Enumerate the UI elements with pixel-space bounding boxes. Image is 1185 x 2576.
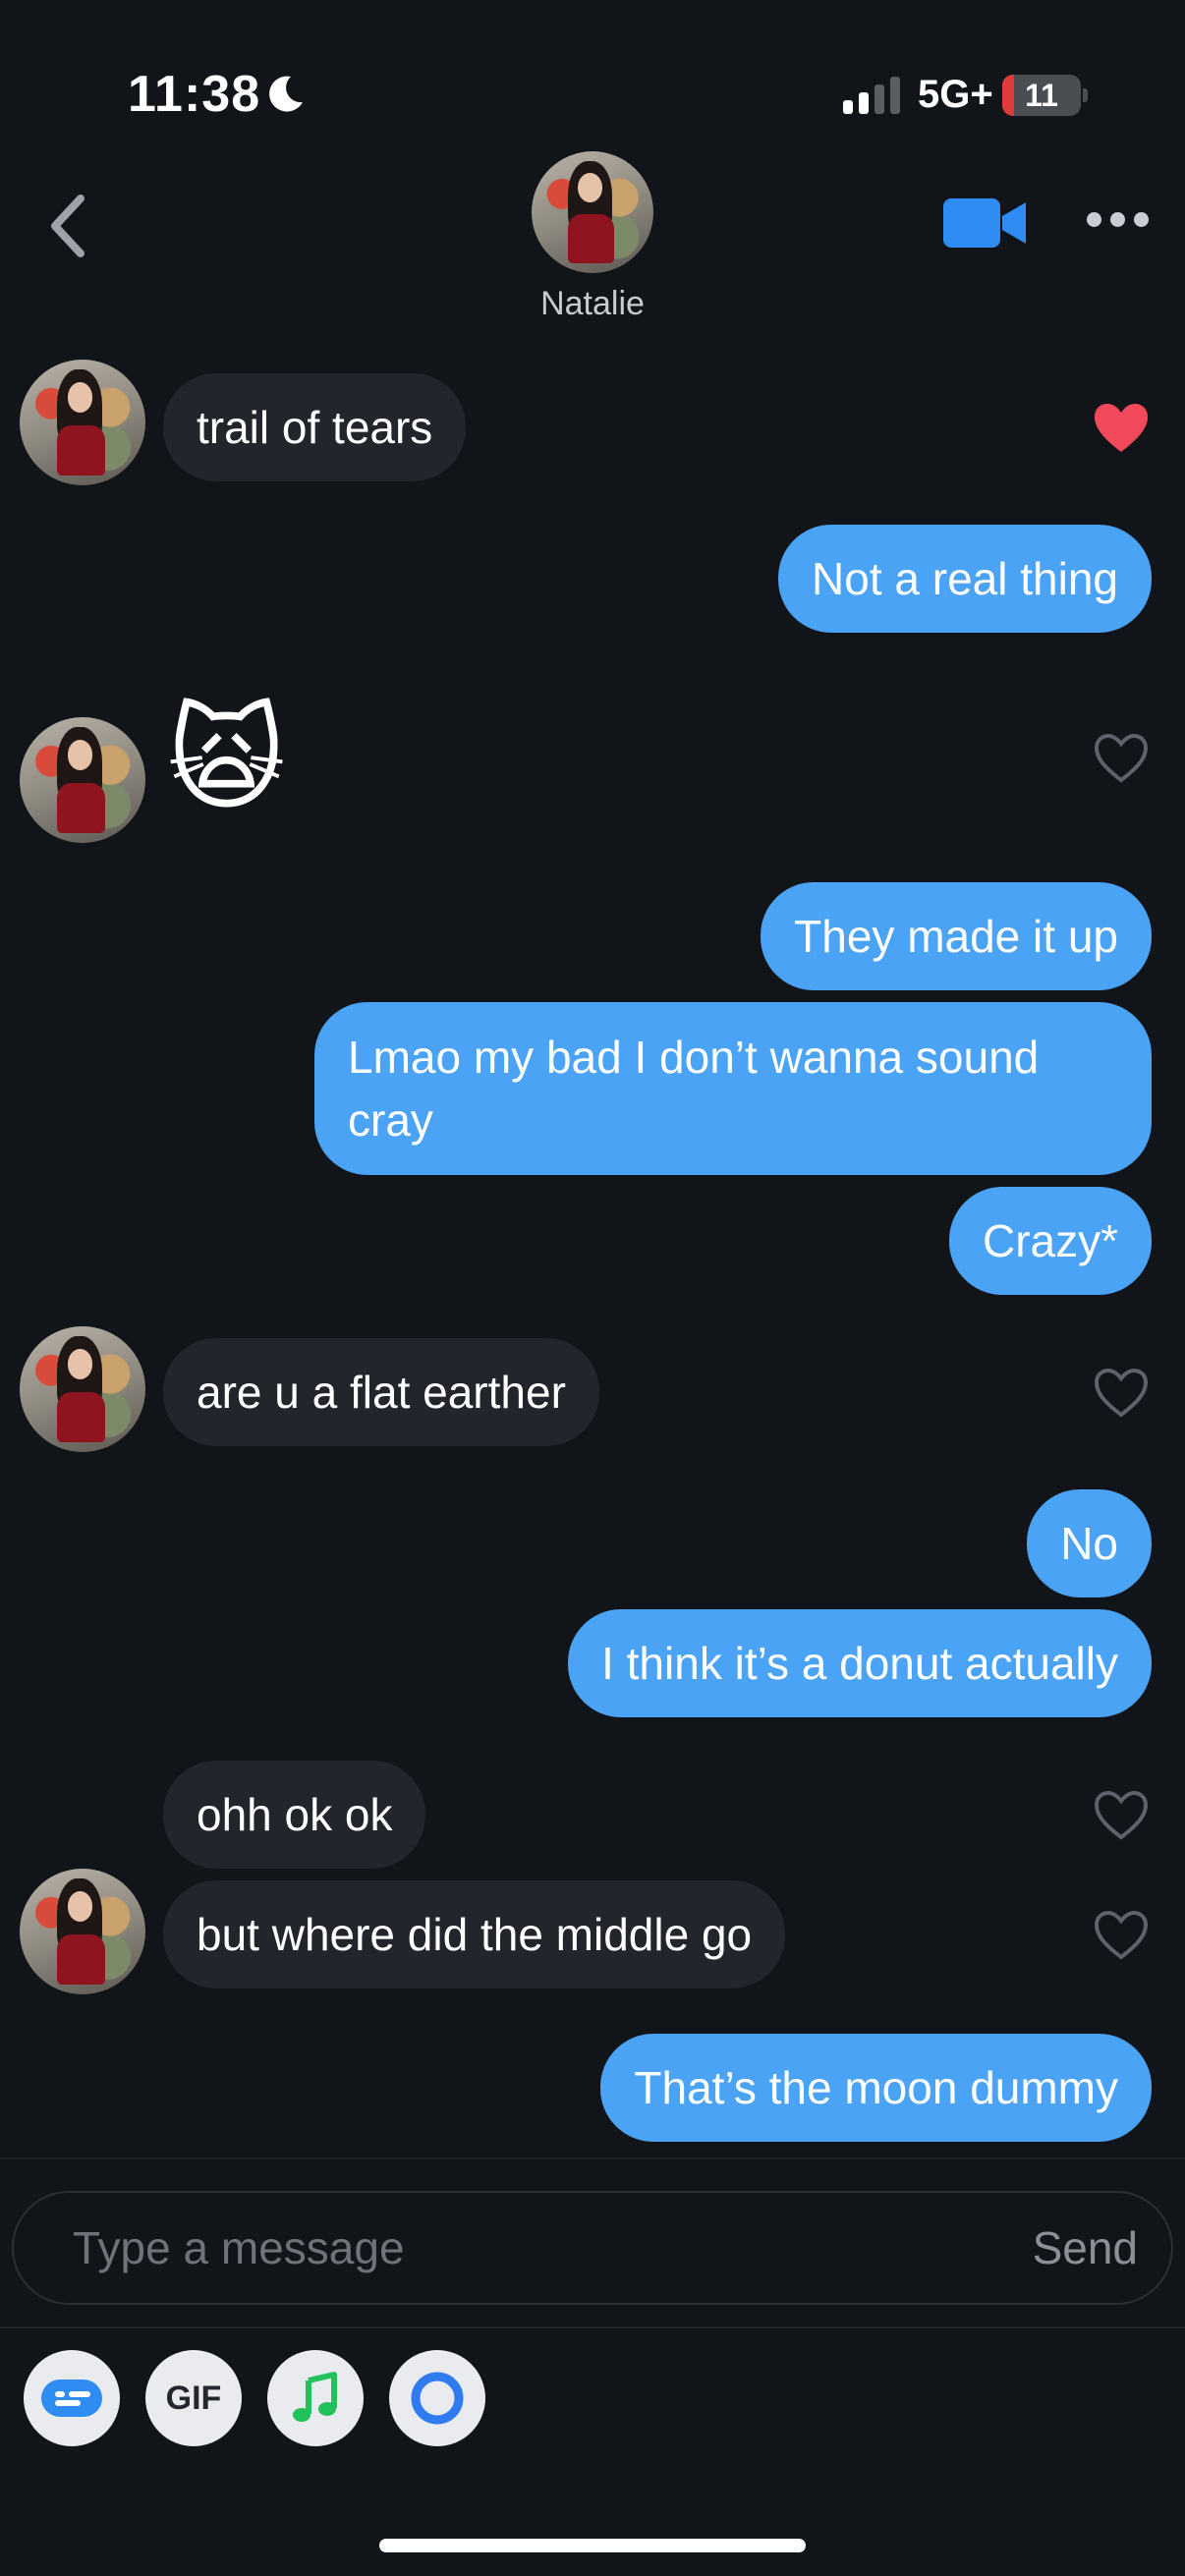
outgoing-message[interactable]: They made it up [761, 882, 1152, 990]
signal-icon [843, 77, 900, 114]
incoming-emoji-message[interactable]: 🙀 [167, 696, 286, 823]
contact-avatar[interactable] [532, 151, 653, 273]
outgoing-message[interactable]: I think it’s a donut actually [568, 1609, 1152, 1717]
message-input[interactable] [73, 2193, 957, 2303]
message-composer: Send [12, 2191, 1173, 2305]
battery-level: 11 [1025, 78, 1058, 113]
music-note-icon [293, 2372, 337, 2422]
incoming-message[interactable]: trail of tears [163, 373, 467, 481]
sender-avatar[interactable] [20, 1326, 145, 1452]
outgoing-message[interactable]: Crazy* [948, 1187, 1152, 1295]
battery-icon: 11 [1002, 75, 1081, 116]
heart-icon[interactable] [1093, 1910, 1150, 1961]
moon-icon [269, 76, 303, 112]
chat-header: Natalie [0, 147, 1185, 344]
incoming-message[interactable]: but where did the middle go [163, 1880, 786, 1988]
heart-icon[interactable] [1093, 1368, 1150, 1419]
back-icon[interactable] [39, 187, 98, 265]
sticker-button[interactable] [24, 2350, 120, 2446]
video-call-icon[interactable] [943, 196, 1028, 250]
send-button[interactable]: Send [1033, 2193, 1138, 2303]
divider [0, 2326, 1185, 2328]
chat-card-icon [41, 2380, 102, 2417]
sender-avatar[interactable] [20, 1869, 145, 1994]
status-time: 11:38 [128, 66, 261, 123]
status-bar: 11:38 5G+ 11 [0, 0, 1185, 147]
ring-icon [411, 2372, 464, 2425]
incoming-message[interactable]: are u a flat earther [163, 1338, 599, 1446]
network-type: 5G+ [918, 73, 993, 116]
outgoing-message[interactable]: No [1027, 1489, 1152, 1597]
outgoing-message[interactable]: Not a real thing [778, 525, 1152, 633]
home-indicator [379, 2539, 806, 2552]
circle-button[interactable] [389, 2350, 485, 2446]
attachment-toolbar: GIF [24, 2350, 485, 2446]
more-options-icon[interactable] [1087, 212, 1149, 227]
heart-icon[interactable] [1093, 733, 1150, 784]
heart-liked-icon[interactable] [1093, 403, 1150, 454]
sender-avatar[interactable] [20, 360, 145, 485]
outgoing-message[interactable]: That’s the moon dummy [600, 2034, 1152, 2142]
music-button[interactable] [267, 2350, 364, 2446]
divider [0, 2157, 1185, 2159]
gif-button[interactable]: GIF [145, 2350, 242, 2446]
gif-label: GIF [165, 2379, 222, 2417]
heart-icon[interactable] [1093, 1790, 1150, 1841]
contact-name[interactable]: Natalie [0, 285, 1185, 323]
sender-avatar[interactable] [20, 717, 145, 843]
incoming-message[interactable]: ohh ok ok [163, 1761, 426, 1869]
outgoing-message[interactable]: Lmao my bad I don’t wanna sound cray [314, 1002, 1152, 1175]
